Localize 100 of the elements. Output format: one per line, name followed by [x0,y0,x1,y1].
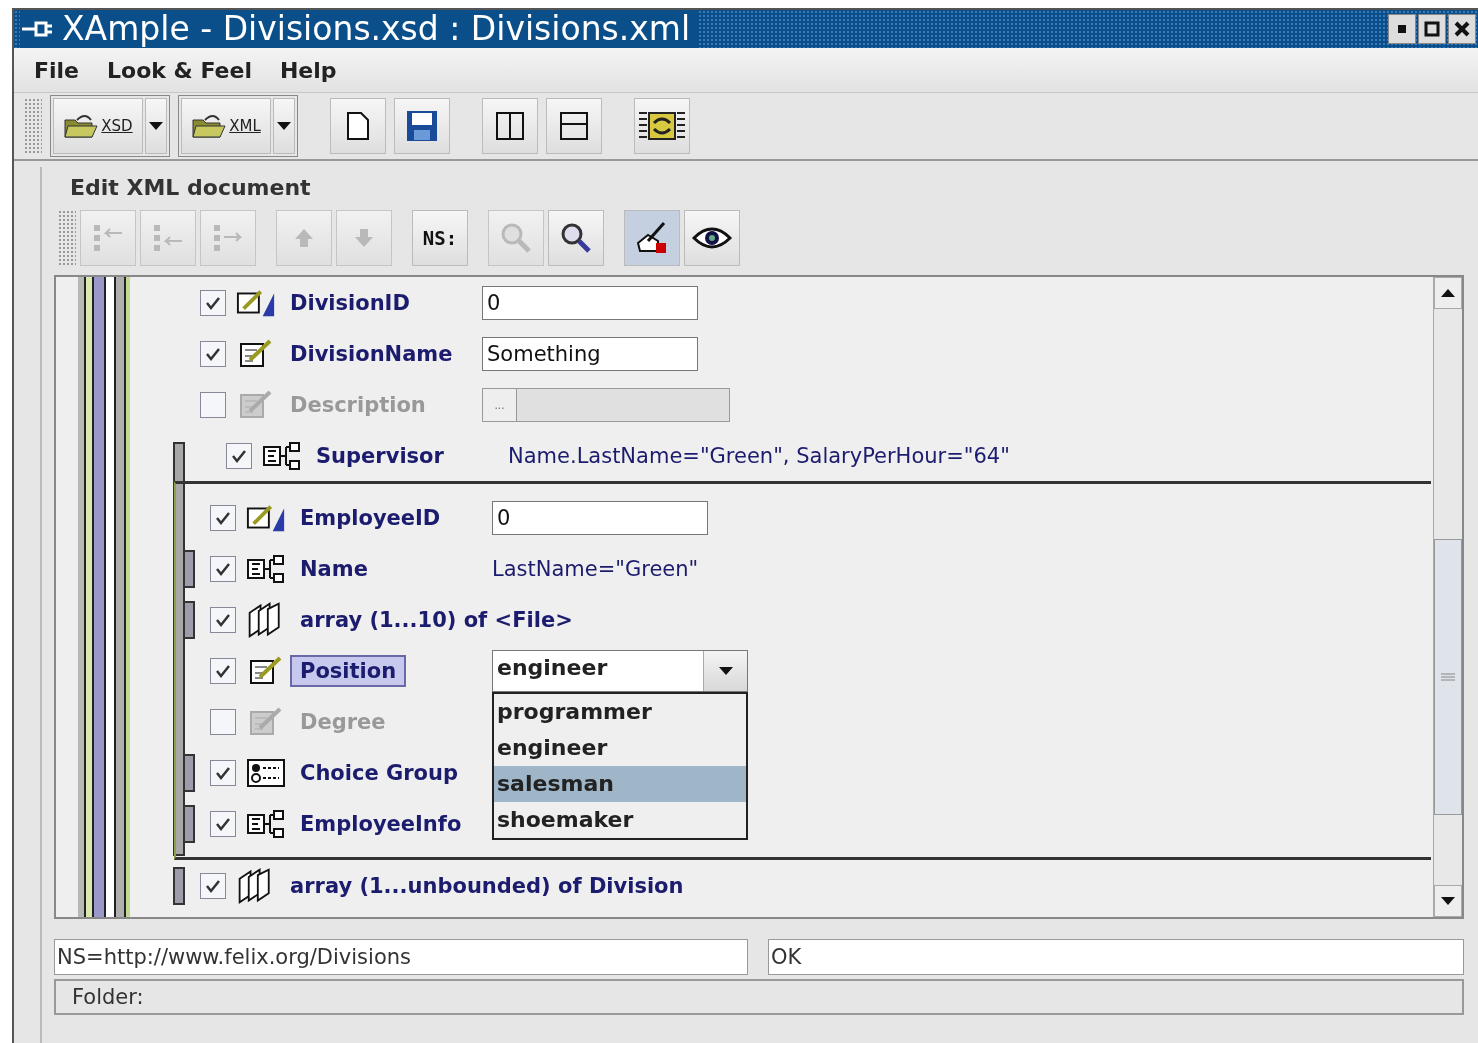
status-field[interactable]: OK [768,939,1464,975]
expand-handle[interactable] [183,600,195,639]
new-document-icon [346,111,370,141]
dropdown-option[interactable]: salesman [494,765,746,802]
panel-title: Edit XML document [69,174,312,202]
save-icon [406,110,438,142]
text-field[interactable]: 0 [482,285,698,320]
checkbox[interactable] [210,810,236,837]
minimize-button[interactable] [1388,14,1416,44]
checkbox[interactable] [210,657,236,684]
checkbox[interactable] [210,555,236,582]
menu-item[interactable]: Look & Feel [107,57,252,83]
node-label[interactable]: Choice Group [290,756,468,789]
checkbox[interactable] [210,606,236,633]
search-icon [559,221,593,255]
check-icon [205,346,221,361]
dropdown-option[interactable]: engineer [494,729,746,766]
menu-item[interactable]: File [34,57,80,83]
attribute-summary: Name.LastName="Green", SalaryPerHour="64" [508,443,1010,468]
toolbar-grip[interactable] [58,210,76,266]
expand-handle[interactable] [183,804,195,843]
check-icon [215,510,231,525]
folder-label: Folder: [72,985,144,1009]
split-vertical-button[interactable] [482,98,538,154]
up-arrow-icon [293,227,315,249]
text-field[interactable]: 0 [492,500,708,535]
text-field[interactable]: Something [482,336,698,371]
namespace-button[interactable]: NS: [412,210,468,266]
notepad-pen-icon [238,337,274,370]
value-field[interactable]: ... [482,387,730,422]
scroll-thumb[interactable] [1434,539,1462,815]
dropdown-button[interactable] [145,98,167,154]
grip-icon [1441,673,1455,681]
split-horizontal-icon [559,111,589,141]
check-icon [215,816,231,831]
maximize-icon [1424,21,1440,37]
notepad-pen-icon [238,388,274,421]
save-button[interactable] [394,98,450,154]
dropdown-button[interactable] [273,98,295,154]
namespace-field[interactable]: NS=http://www.felix.org/Divisions [54,939,748,975]
node-label[interactable]: array (1...10) of <File> [290,603,583,636]
close-icon [1454,21,1470,37]
split-vertical-icon [495,111,525,141]
choice-list-icon [246,757,286,788]
minimize-icon [1398,25,1406,33]
checkbox[interactable] [210,759,236,786]
open-button[interactable]: XSD [53,98,143,154]
dropdown-option[interactable]: shoemaker [494,801,746,838]
expand-handle[interactable] [183,549,195,588]
up-arrow-icon [1441,289,1455,297]
tool-button[interactable] [624,210,680,266]
element-tree-icon [246,808,286,839]
move-left-icon [92,223,124,253]
check-icon [215,765,231,780]
down-arrow-icon [353,227,375,249]
maximize-button[interactable] [1418,14,1446,44]
checkbox[interactable] [200,289,226,316]
node-label[interactable]: Supervisor [306,439,454,472]
check-icon [231,448,247,463]
check-icon [215,612,231,627]
dropdown-button[interactable] [703,650,747,691]
expand-handle[interactable] [173,866,185,905]
caret-icon [149,122,163,130]
attribute-summary: LastName="Green" [492,556,699,581]
checkbox[interactable] [200,391,226,418]
split-horizontal-button[interactable] [546,98,602,154]
node-label[interactable]: Position [290,654,407,687]
checkbox[interactable] [210,708,236,735]
node-label[interactable]: Name [290,552,378,585]
toolbar-grip[interactable] [24,98,42,154]
notepad-pen-icon [248,654,284,687]
combo-box[interactable]: engineer [492,649,748,692]
vertical-scrollbar[interactable] [1433,277,1462,917]
expand-handle[interactable] [183,753,195,792]
down-arrow-icon [1441,897,1455,905]
sync-icon [637,109,687,143]
dropdown-option[interactable]: programmer [494,693,746,730]
plug-icon [20,19,54,39]
node-label[interactable]: EmployeeInfo [290,807,472,840]
node-label[interactable]: DivisionName [280,337,463,370]
tool-button[interactable] [548,210,604,266]
new-document-button[interactable] [330,98,386,154]
checkbox[interactable] [200,872,226,899]
sync-button[interactable] [634,98,690,154]
close-button[interactable] [1448,14,1476,44]
caret-icon [718,666,733,675]
checkbox[interactable] [210,504,236,531]
check-icon [215,561,231,576]
open-button[interactable]: XML [181,98,271,154]
menu-item[interactable]: Help [279,57,337,83]
tool-button[interactable] [684,210,740,266]
scroll-down-button[interactable] [1434,885,1462,917]
node-label[interactable]: DivisionID [280,286,420,319]
ellipsis-button[interactable]: ... [483,388,517,421]
folder-icon [191,112,228,140]
checkbox[interactable] [200,340,226,367]
node-label[interactable]: EmployeeID [290,501,451,534]
scroll-up-button[interactable] [1434,277,1462,309]
checkbox[interactable] [226,442,252,469]
node-label[interactable]: array (1...unbounded) of Division [280,869,694,902]
